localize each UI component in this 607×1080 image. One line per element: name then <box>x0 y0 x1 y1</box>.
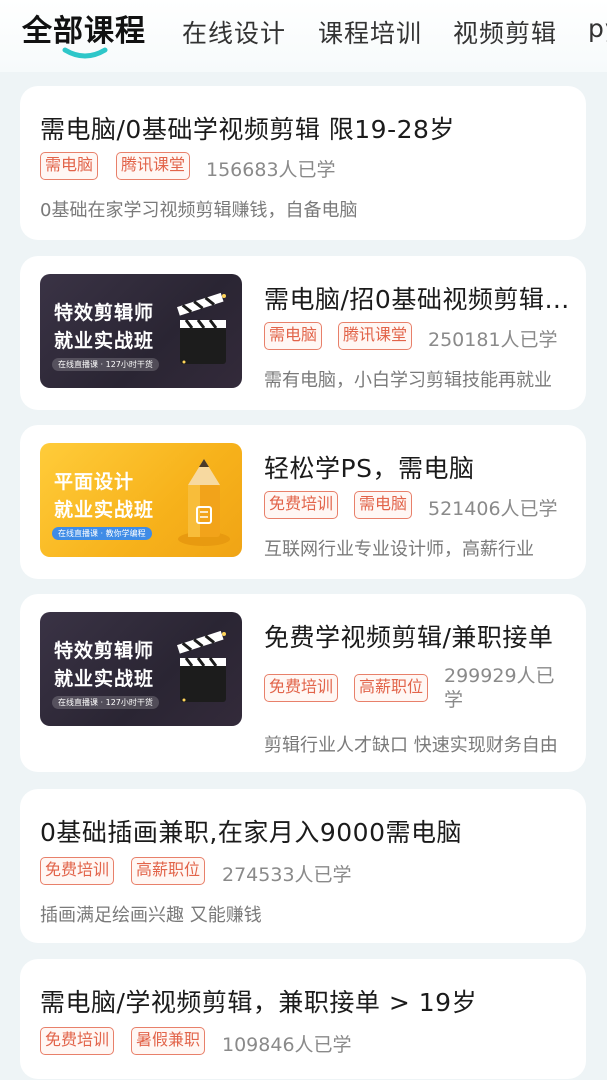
course-description: 插画满足绘画兴趣 又能赚钱 <box>40 905 262 926</box>
learner-count: 109846人已学 <box>222 1034 352 1056</box>
course-tag: 免费培训 <box>264 674 339 702</box>
course-card[interactable]: 需电脑/0基础学视频剪辑 限19-28岁 需电脑 腾讯课堂 156683人已学 … <box>20 86 586 240</box>
learner-count: 274533人已学 <box>222 864 352 886</box>
thumbnail-title-line1: 特效剪辑师 <box>54 640 155 662</box>
course-card[interactable]: 0基础插画兼职,在家月入9000需电脑 免费培训 高薪职位 274533人已学 … <box>20 789 586 943</box>
course-tag: 免费培训 <box>40 1027 115 1055</box>
course-tag: 暑假兼职 <box>131 1027 206 1055</box>
course-tag: 高薪职位 <box>131 857 206 885</box>
tab-all-courses[interactable]: 全部课程 <box>22 6 146 50</box>
course-title: 轻松学PS，需电脑 <box>264 454 475 483</box>
course-description: 需有电脑，小白学习剪辑技能再就业 <box>264 370 552 391</box>
tab-video-editing[interactable]: 视频剪辑 <box>453 14 557 50</box>
course-description: 剪辑行业人才缺口 快速实现财务自由 <box>264 735 558 756</box>
course-tag: 需电脑 <box>354 491 413 519</box>
tab-python[interactable]: py <box>588 14 607 43</box>
thumbnail-subtitle: 在线直播课 · 教你学编程 <box>52 527 152 540</box>
course-title: 0基础插画兼职,在家月入9000需电脑 <box>40 818 462 847</box>
course-description: 互联网行业专业设计师，高薪行业 <box>264 539 534 560</box>
clapperboard-icon <box>177 292 226 364</box>
course-thumbnail: 特效剪辑师 就业实战班 在线直播课 · 127小时干货 <box>40 612 242 726</box>
category-tab-bar: 全部课程 在线设计 课程培训 视频剪辑 py <box>0 0 607 72</box>
learner-count: 299929人已学 <box>444 665 555 711</box>
thumbnail-title-line1: 平面设计 <box>54 471 135 493</box>
course-tag: 腾讯课堂 <box>116 152 191 180</box>
thumbnail-subtitle: 在线直播课 · 127小时干货 <box>52 696 159 709</box>
course-card[interactable]: 特效剪辑师 就业实战班 在线直播课 · 127小时干货 免费学视频剪辑/兼职接单… <box>20 594 586 772</box>
course-tag: 需电脑 <box>40 152 99 180</box>
active-tab-indicator <box>62 47 108 59</box>
course-tag: 免费培训 <box>40 857 115 885</box>
learner-count: 156683人已学 <box>206 159 336 181</box>
course-tag: 腾讯课堂 <box>338 322 413 350</box>
course-title: 免费学视频剪辑/兼职接单 <box>264 623 554 652</box>
course-title: 需电脑/学视频剪辑，兼职接单 > 19岁 <box>40 988 478 1017</box>
course-card[interactable]: 平面设计 就业实战班 在线直播课 · 教你学编程 轻松学PS，需电脑 免费培训 … <box>20 425 586 579</box>
course-thumbnail: 平面设计 就业实战班 在线直播课 · 教你学编程 <box>40 443 242 557</box>
course-thumbnail: 特效剪辑师 就业实战班 在线直播课 · 127小时干货 <box>40 274 242 388</box>
course-tag: 免费培训 <box>264 491 339 519</box>
tab-online-design[interactable]: 在线设计 <box>182 14 286 50</box>
learner-count: 250181人已学 <box>428 329 558 351</box>
course-card[interactable]: 需电脑/学视频剪辑，兼职接单 > 19岁 免费培训 暑假兼职 109846人已学 <box>20 959 586 1079</box>
clapperboard-icon <box>177 630 226 702</box>
thumbnail-title-line2: 就业实战班 <box>54 499 155 521</box>
course-title: 需电脑/0基础学视频剪辑 限19-28岁 <box>40 115 455 144</box>
pencil-icon <box>178 459 230 546</box>
course-tag: 需电脑 <box>264 322 323 350</box>
course-card[interactable]: 特效剪辑师 就业实战班 在线直播课 · 127小时干货 需电脑/招0基础视频剪辑… <box>20 256 586 410</box>
thumbnail-title-line2: 就业实战班 <box>54 330 155 352</box>
thumbnail-title-line1: 特效剪辑师 <box>54 302 155 324</box>
course-title: 需电脑/招0基础视频剪辑学员 <box>264 285 570 314</box>
thumbnail-title-line2: 就业实战班 <box>54 668 155 690</box>
tab-course-training[interactable]: 课程培训 <box>318 14 422 50</box>
thumbnail-subtitle: 在线直播课 · 127小时干货 <box>52 358 159 371</box>
course-tag: 高薪职位 <box>354 674 429 702</box>
course-description: 0基础在家学习视频剪辑赚钱，自备电脑 <box>40 200 358 221</box>
learner-count: 521406人已学 <box>428 498 558 520</box>
